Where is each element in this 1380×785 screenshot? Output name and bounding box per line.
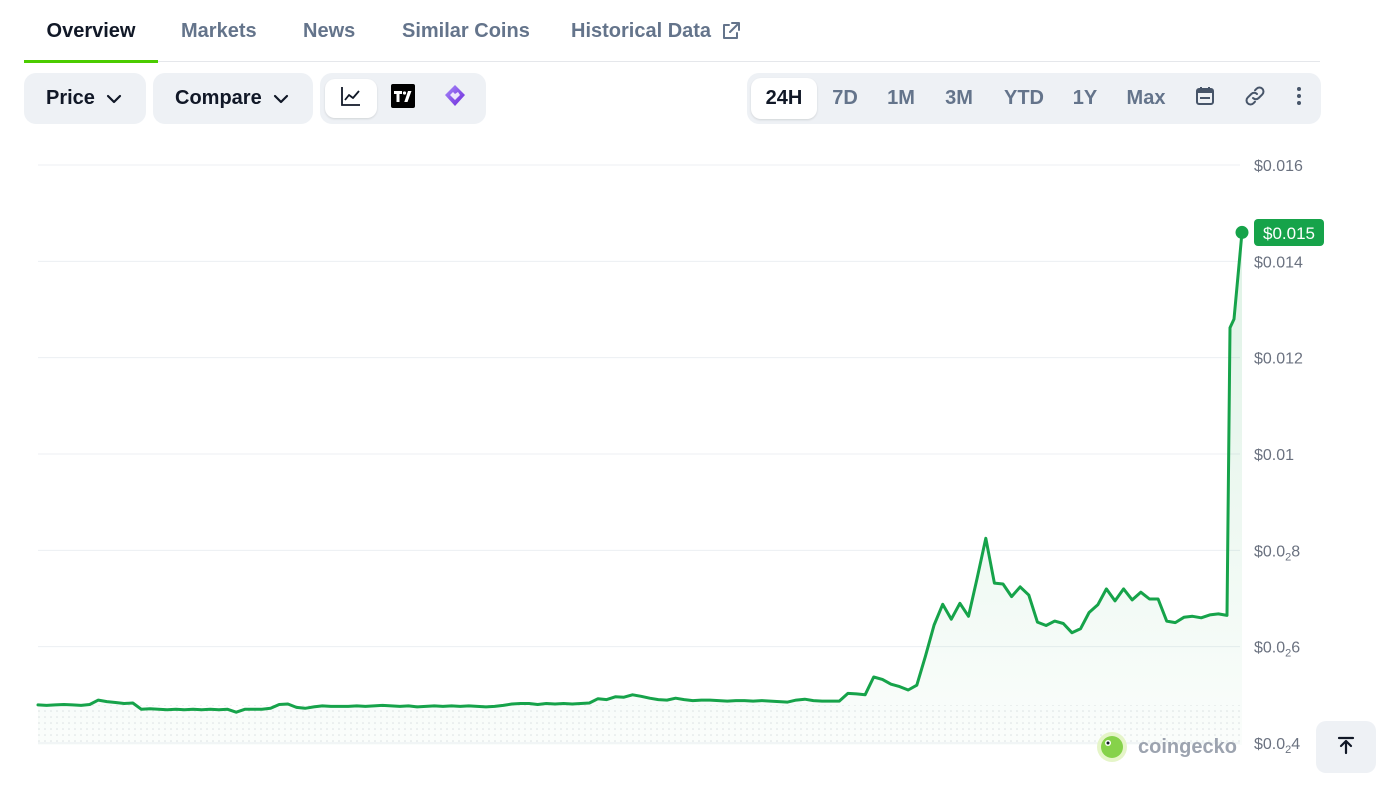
diamond-icon — [443, 84, 467, 113]
range-max-label: Max — [1126, 87, 1166, 109]
time-range-selector: 24H 7D 1M 3M YTD 1Y Max — [747, 73, 1321, 124]
y-tick-label: $0.014 — [1254, 254, 1303, 271]
arrow-up-to-top-icon — [1336, 735, 1356, 760]
calendar-icon — [1195, 86, 1215, 112]
range-7d-button[interactable]: 7D — [820, 78, 870, 119]
range-24h-button[interactable]: 24H — [751, 78, 817, 119]
line-chart-icon — [340, 85, 362, 112]
y-tick-label: $0.01 — [1254, 447, 1294, 464]
tab-markets[interactable]: Markets — [181, 0, 257, 62]
y-tick-label: $0.012 — [1254, 351, 1303, 368]
y-tick-label: $0.024 — [1254, 736, 1300, 756]
tradingview-button[interactable] — [377, 79, 429, 118]
more-vertical-icon — [1296, 86, 1302, 112]
more-options-button[interactable] — [1285, 78, 1313, 119]
compare-dropdown-label: Compare — [175, 87, 262, 109]
range-24h-label: 24H — [765, 87, 803, 109]
range-max-button[interactable]: Max — [1116, 78, 1176, 119]
brand-watermark: coingecko — [1097, 732, 1237, 762]
range-3m-label: 3M — [945, 87, 973, 109]
y-axis: $0.016 $0.014 $0.012 $0.01 $0.028 $0.026 $0.02… — [1254, 158, 1303, 756]
current-price-dot — [1235, 225, 1249, 239]
y-tick-label: $0.026 — [1254, 640, 1300, 660]
diamond-button[interactable] — [429, 79, 481, 118]
current-price-badge: $0.015 — [1254, 219, 1324, 246]
price-area-fill — [38, 232, 1242, 745]
range-ytd-button[interactable]: YTD — [992, 78, 1056, 119]
chevron-down-icon — [105, 90, 123, 108]
tab-markets-label: Markets — [181, 19, 257, 42]
range-1y-label: 1Y — [1072, 87, 1098, 109]
tab-similar-coins-label: Similar Coins — [402, 19, 530, 42]
price-dropdown-label: Price — [46, 87, 95, 109]
compare-dropdown[interactable]: Compare — [153, 73, 313, 124]
scroll-to-top-button[interactable] — [1316, 721, 1376, 773]
date-picker-button[interactable] — [1185, 78, 1225, 119]
brand-name: coingecko — [1138, 736, 1237, 758]
tab-news-label: News — [303, 19, 356, 42]
tab-overview[interactable]: Overview — [24, 0, 158, 63]
range-1m-label: 1M — [887, 87, 915, 109]
price-chart[interactable]: $0.016 $0.014 $0.012 $0.01 $0.028 $0.026 $0.02… — [0, 140, 1380, 785]
external-link-icon — [721, 21, 741, 41]
range-3m-button[interactable]: 3M — [932, 78, 986, 119]
y-tick-label: $0.016 — [1254, 158, 1303, 175]
tab-overview-label: Overview — [46, 19, 136, 42]
tab-historical-data[interactable]: Historical Data — [571, 0, 741, 62]
chevron-down-icon — [272, 90, 290, 108]
price-dropdown[interactable]: Price — [24, 73, 146, 124]
link-icon — [1243, 84, 1267, 114]
range-1m-button[interactable]: 1M — [874, 78, 928, 119]
gecko-logo-icon — [1097, 732, 1127, 762]
tab-news[interactable]: News — [303, 0, 355, 62]
share-link-button[interactable] — [1234, 78, 1276, 119]
tab-similar-coins[interactable]: Similar Coins — [402, 0, 530, 62]
tab-bar: Overview Markets News Similar Coins Hist… — [24, 0, 1320, 63]
tradingview-icon — [391, 84, 415, 113]
tab-historical-data-label: Historical Data — [571, 19, 712, 42]
y-tick-label: $0.028 — [1254, 543, 1300, 563]
range-1y-button[interactable]: 1Y — [1062, 78, 1108, 119]
range-ytd-label: YTD — [1004, 87, 1044, 109]
current-price-label: $0.015 — [1263, 224, 1315, 243]
chart-type-switcher — [320, 73, 486, 124]
range-7d-label: 7D — [832, 87, 858, 109]
line-chart-button[interactable] — [325, 79, 377, 118]
